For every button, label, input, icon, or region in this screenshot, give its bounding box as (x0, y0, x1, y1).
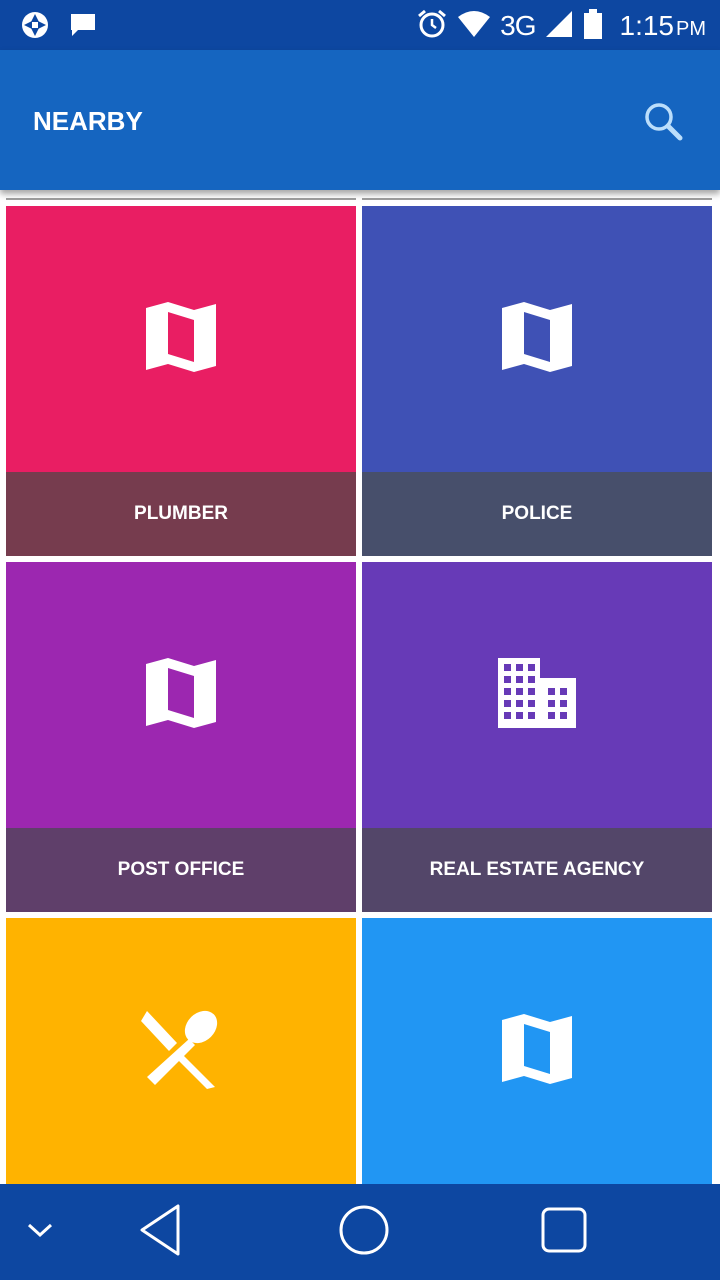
divider (6, 198, 356, 200)
category-tile-real-estate-agency[interactable]: REAL ESTATE AGENCY (362, 562, 712, 912)
wifi-icon (456, 9, 492, 44)
home-button[interactable] (334, 1204, 394, 1260)
search-button[interactable] (640, 98, 688, 146)
divider (362, 198, 712, 200)
back-button[interactable] (130, 1204, 190, 1260)
tile-label: REAL ESTATE AGENCY (362, 828, 712, 912)
status-time: 1:15 (619, 10, 675, 41)
map-icon (500, 1012, 574, 1091)
tile-icon-area (362, 918, 712, 1184)
recents-icon (539, 1205, 589, 1260)
tile-icon-area (362, 206, 712, 472)
status-bar: 3G 1:15 PM (0, 0, 720, 50)
clock: 1:15 PM (620, 10, 707, 42)
battery-icon (582, 8, 604, 45)
alarm-icon (416, 8, 448, 45)
signal-icon (544, 9, 574, 44)
status-ampm: PM (676, 18, 706, 40)
home-icon (336, 1202, 392, 1263)
building-icon (496, 656, 578, 735)
category-tile-restaurant[interactable] (6, 918, 356, 1184)
category-tile-post-office[interactable]: POST OFFICE (6, 562, 356, 912)
back-icon (136, 1202, 184, 1263)
map-icon (144, 300, 218, 379)
tile-label: PLUMBER (6, 472, 356, 556)
tile-icon-area (6, 206, 356, 472)
chevron-down-icon (25, 1220, 55, 1245)
category-tile-map[interactable] (362, 918, 712, 1184)
page-title: NEARBY (33, 106, 143, 136)
category-grid: PLUMBER POLICE POST OFFICE REAL ESTATE A… (0, 190, 720, 1184)
map-icon (144, 656, 218, 735)
message-icon (68, 11, 98, 44)
restaurant-icon (141, 1009, 221, 1094)
category-tile-plumber[interactable]: PLUMBER (6, 206, 356, 556)
app-bar: NEARBY (0, 50, 720, 190)
tile-icon-area (6, 562, 356, 828)
tile-icon-area (362, 562, 712, 828)
tile-label: POST OFFICE (6, 828, 356, 912)
category-tile-police[interactable]: POLICE (362, 206, 712, 556)
search-icon (640, 103, 688, 150)
hide-nav-button[interactable] (16, 1204, 64, 1260)
map-icon (500, 300, 574, 379)
tile-icon-area (6, 918, 356, 1184)
navigation-bar (0, 1184, 720, 1280)
recents-button[interactable] (534, 1204, 594, 1260)
tile-label: POLICE (362, 472, 712, 556)
shutter-icon (20, 10, 50, 45)
network-type: 3G (500, 10, 536, 41)
